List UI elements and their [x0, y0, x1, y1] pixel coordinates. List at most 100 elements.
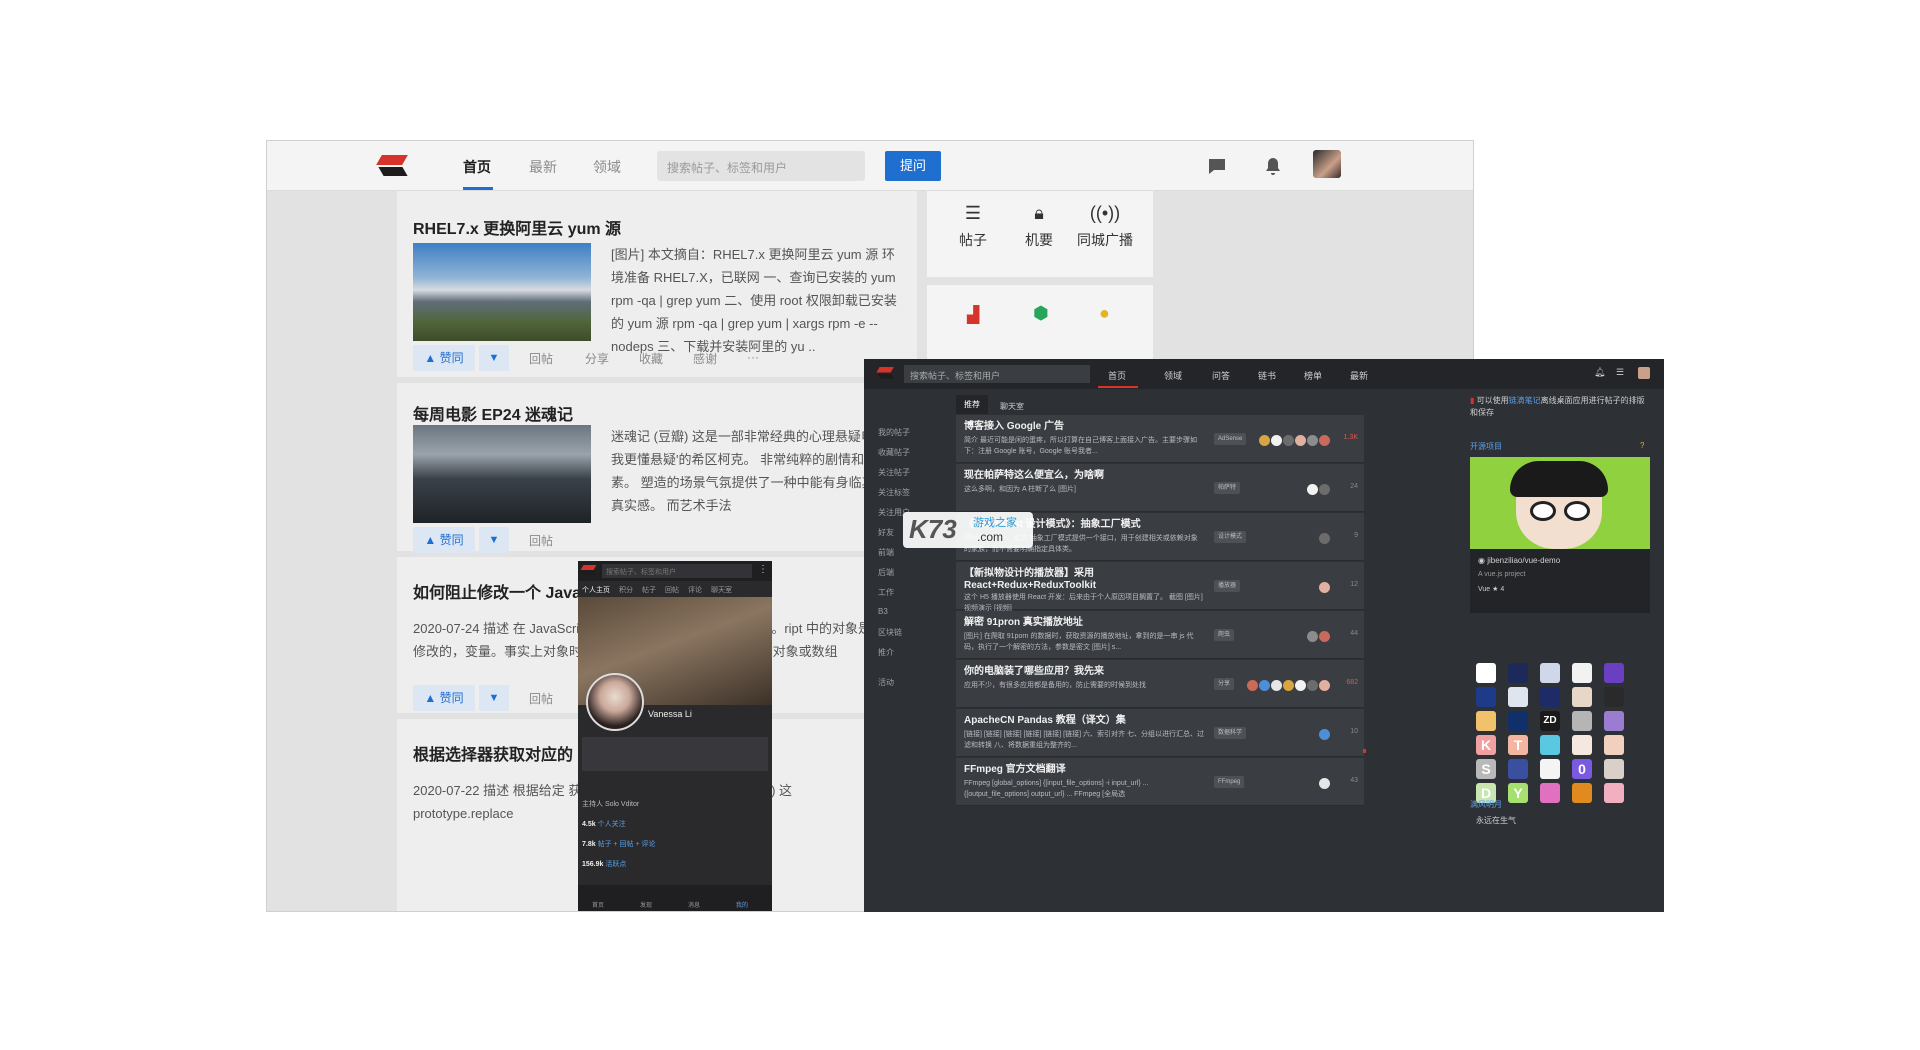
nav-home[interactable]: 首页 [463, 157, 491, 177]
tab-posts[interactable]: 帖子 [642, 587, 656, 594]
list-icon[interactable]: ☰ [1616, 367, 1624, 378]
favorite-button[interactable]: 收藏 [639, 350, 663, 367]
participant-avatar[interactable] [1295, 435, 1306, 446]
sidebar-item-blockchain[interactable]: 区块链 [878, 627, 902, 638]
balloon-icon[interactable]: ● [1099, 303, 1110, 324]
dnav-linkbook[interactable]: 链书 [1258, 369, 1276, 382]
post-row[interactable]: 现在帕萨特这么便宜么，为啥啊 这么多啊，和因为 A 柱断了么 [图片] 帕萨特 24 [956, 464, 1364, 512]
article-thumbnail[interactable] [413, 425, 591, 523]
participant-avatar[interactable] [1283, 680, 1294, 691]
post-title[interactable]: 你的电脑装了哪些应用？我先来 [964, 666, 1204, 678]
search-input[interactable]: 搜索帖子、标签和用户 [657, 151, 865, 181]
participant-avatar[interactable] [1259, 680, 1270, 691]
user-avatar-tile[interactable]: Y [1508, 783, 1528, 803]
post-row[interactable]: 【新拟物设计的播放器】采用 React+Redux+ReduxToolkit 这个… [956, 562, 1364, 612]
bell-icon[interactable] [1263, 156, 1283, 176]
downvote-button[interactable]: ▼ [479, 345, 509, 371]
user-avatar-tile[interactable] [1572, 663, 1592, 683]
menu-icon[interactable]: ⋮ [758, 564, 768, 575]
participant-avatar[interactable] [1295, 680, 1306, 691]
participant-avatar[interactable] [1307, 680, 1318, 691]
downvote-button[interactable]: ▼ [479, 527, 509, 553]
reply-button[interactable]: 回帖 [529, 350, 553, 367]
article-card[interactable]: RHEL7.x 更换阿里云 yum 源 [图片] 本文摘自：RHEL7.x 更换… [397, 191, 917, 377]
article-title[interactable]: 每周电影 EP24 迷魂记 [413, 401, 573, 425]
user-avatar-tile[interactable] [1476, 663, 1496, 683]
post-tag[interactable]: 设计模式 [1214, 531, 1247, 543]
tabbar-messages[interactable]: 消息 [688, 900, 700, 909]
dnav-domains[interactable]: 领域 [1164, 369, 1182, 382]
stat-activity[interactable]: 156.9k 活跃点 [582, 859, 626, 869]
post-title[interactable]: 现在帕萨特这么便宜么，为啥啊 [964, 470, 1204, 482]
tabbar-home[interactable]: 首页 [592, 900, 604, 909]
user-avatar-tile[interactable]: ZD [1540, 711, 1560, 731]
shortcut-secret[interactable]: 🔒︎ 机要 [1009, 203, 1069, 250]
upvote-button[interactable]: ▲ 赞同 [413, 685, 475, 711]
post-tag[interactable]: 播放器 [1214, 580, 1241, 592]
tabbar-discover[interactable]: 发现 [640, 900, 652, 909]
participant-avatar[interactable] [1247, 680, 1258, 691]
post-tag[interactable]: 数据科学 [1214, 727, 1247, 739]
user-avatar-tile[interactable] [1604, 735, 1624, 755]
logo-icon[interactable] [876, 367, 894, 379]
user-avatar-tile[interactable] [1604, 783, 1624, 803]
more-button[interactable]: ··· [747, 350, 759, 364]
upvote-button[interactable]: ▲ 赞同 [413, 527, 475, 553]
participant-avatar[interactable] [1319, 778, 1330, 789]
user-avatar-tile[interactable] [1604, 759, 1624, 779]
user-avatar-tile[interactable] [1572, 783, 1592, 803]
post-tag[interactable]: 爬虫 [1214, 629, 1235, 641]
user-avatar-tile[interactable] [1604, 711, 1624, 731]
tab-points[interactable]: 积分 [619, 587, 633, 594]
user-avatar-tile[interactable] [1572, 735, 1592, 755]
avatar[interactable] [1313, 150, 1341, 178]
participant-avatar[interactable] [1319, 631, 1330, 642]
upvote-button[interactable]: ▲ 赞同 [413, 345, 475, 371]
post-title[interactable]: ApacheCN Pandas 教程（译文）集 [964, 715, 1204, 727]
user-avatar-tile[interactable] [1572, 687, 1592, 707]
sidebar-item-activity[interactable]: 活动 [878, 677, 894, 688]
avatar[interactable] [1638, 367, 1650, 379]
tab-recommend[interactable]: 推荐 [956, 395, 988, 414]
sidebar-item-fav-posts[interactable]: 收藏帖子 [878, 447, 910, 458]
project-card[interactable]: ◉ jibenziliao/vue-demo A vue.js project … [1470, 457, 1650, 613]
user-avatar-tile[interactable] [1508, 759, 1528, 779]
sidebar-item-watch-posts[interactable]: 关注帖子 [878, 467, 910, 478]
post-title[interactable]: 解密 91pron 真实播放地址 [964, 617, 1204, 629]
downvote-button[interactable]: ▼ [479, 685, 509, 711]
user-avatar-tile[interactable] [1604, 663, 1624, 683]
dnav-home[interactable]: 首页 [1108, 369, 1126, 382]
post-row[interactable]: 解密 91pron 真实播放地址 [图片] 在爬取 91porn 的数据时，获取资… [956, 611, 1364, 659]
shortcut-broadcast[interactable]: ((•)) 同城广播 [1075, 203, 1135, 250]
avatar[interactable] [586, 673, 644, 731]
user-avatar-tile[interactable] [1508, 687, 1528, 707]
nav-domains[interactable]: 领域 [593, 157, 621, 177]
post-title[interactable]: 【新拟物设计的播放器】采用 React+Redux+ReduxToolkit [964, 568, 1204, 592]
user-avatar-tile[interactable]: S [1476, 759, 1496, 779]
participant-avatar[interactable] [1307, 484, 1318, 495]
user-avatar-tile[interactable]: K [1476, 735, 1496, 755]
stat-posts[interactable]: 7.8k 帖子 + 回帖 + 评论 [582, 839, 656, 849]
repo-name[interactable]: ◉ jibenziliao/vue-demo [1478, 555, 1560, 567]
article-thumbnail[interactable] [413, 243, 591, 341]
post-tag[interactable]: FFmpeg [1214, 776, 1245, 788]
participant-avatar[interactable] [1259, 435, 1270, 446]
post-tag[interactable]: 帕萨特 [1214, 482, 1241, 494]
bell-icon[interactable]: 🔔︎ [1594, 367, 1605, 378]
user-avatar-tile[interactable] [1572, 711, 1592, 731]
dnav-latest[interactable]: 最新 [1350, 369, 1368, 382]
sidebar-item-backend[interactable]: 后端 [878, 567, 894, 578]
sidebar-item-b3[interactable]: B3 [878, 607, 888, 616]
sidebar-item-my-posts[interactable]: 我的帖子 [878, 427, 910, 438]
logo-icon[interactable] [376, 155, 408, 177]
chart-icon[interactable]: ▟ [967, 305, 979, 325]
post-row[interactable]: FFmpeg 官方文档翻译 FFmpeg [global_options] {[i… [956, 758, 1364, 806]
participant-avatar[interactable] [1319, 484, 1330, 495]
user-avatar-tile[interactable] [1476, 687, 1496, 707]
article-title[interactable]: RHEL7.x 更换阿里云 yum 源 [413, 215, 621, 239]
user-avatar-tile[interactable] [1540, 783, 1560, 803]
post-tag[interactable]: AdSense [1214, 433, 1247, 445]
sidebar-item-watch-tags[interactable]: 关注标签 [878, 487, 910, 498]
sidebar-item-friends[interactable]: 好友 [878, 527, 894, 538]
tabbar-me[interactable]: 我的 [736, 900, 748, 909]
